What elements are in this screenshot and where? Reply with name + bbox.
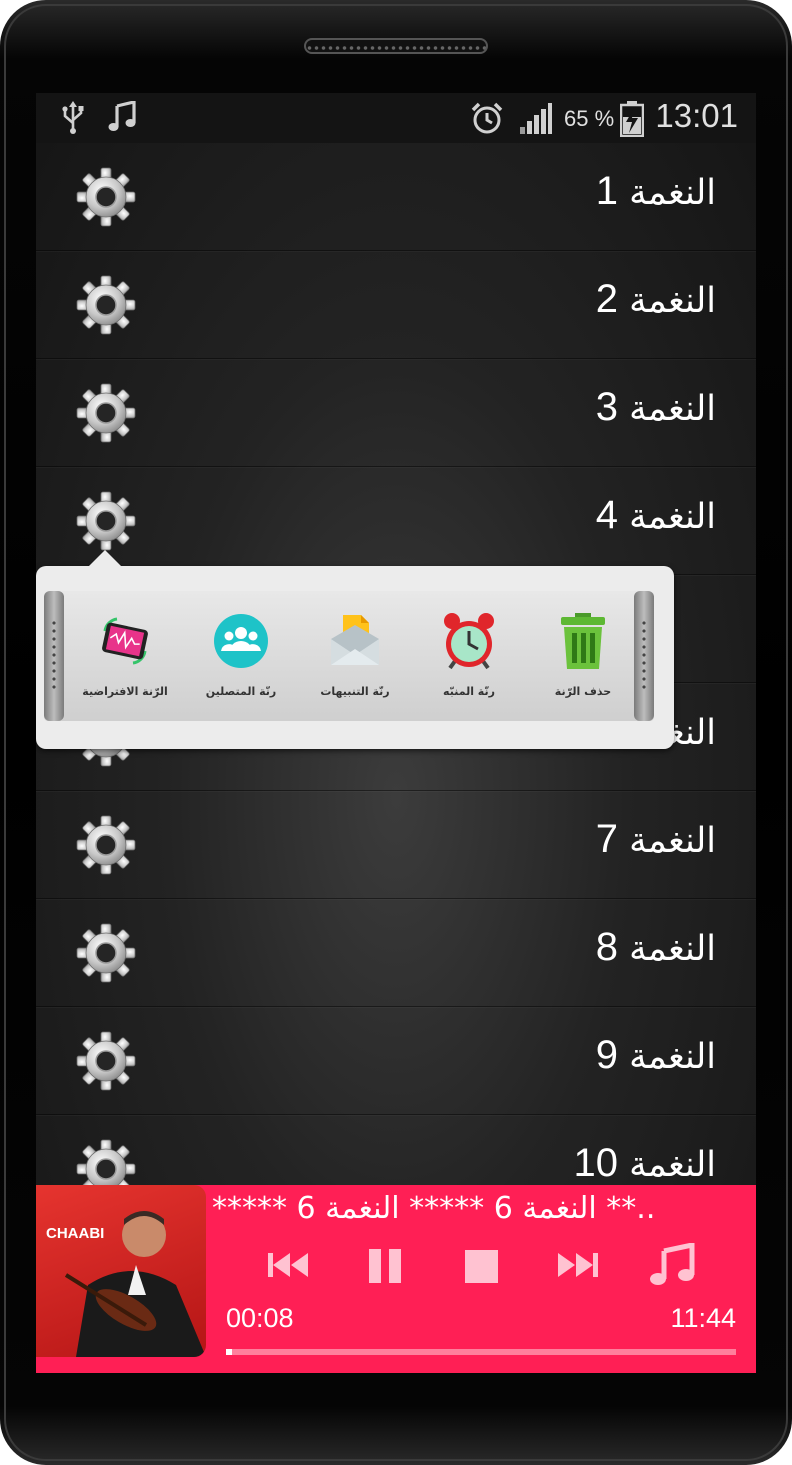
gear-icon[interactable] [76,491,136,551]
progress-bar[interactable] [226,1349,736,1355]
signal-icon [520,103,552,134]
set-contacts-ringtone-button[interactable]: رنّة المتصلين [184,611,298,707]
options-tray: الرّنة الافتراضية رنّة المتصلين رنّة الت… [44,591,654,721]
gear-icon[interactable] [76,923,136,983]
ringtone-label: النغمة 1 [595,169,716,213]
list-item[interactable]: النغمة 8 [36,899,756,1007]
ringtone-label: النغمة 2 [595,277,716,321]
phone-frame: 65 % 13:01 النغمة 1 النغمة 2 النغمة 3 ال… [0,0,792,1465]
alarm-icon [471,102,503,134]
now-playing-ticker: ***** النغمة 6 ***** النغمة 6 **.. [212,1191,756,1237]
ringtone-options-popup: الرّنة الافتراضية رنّة المتصلين رنّة الت… [36,550,674,749]
list-item[interactable]: النغمة 7 [36,791,756,899]
option-label: الرّنة الافتراضية [82,685,168,698]
music-note-icon [108,101,136,131]
list-item[interactable]: النغمة 1 [36,143,756,251]
ringtone-label: النغمة 4 [595,493,716,537]
progress-fill [226,1349,232,1355]
list-item[interactable]: النغمة 4 [36,467,756,575]
envelope-icon [331,615,379,665]
total-time: 11:44 [670,1303,736,1333]
next-icon[interactable] [554,1249,600,1281]
set-notification-ringtone-button[interactable]: رنّة التنبيهات [298,611,412,707]
screen: 65 % 13:01 النغمة 1 النغمة 2 النغمة 3 ال… [36,93,756,1373]
clock: 13:01 [655,97,738,134]
set-alarm-ringtone-button[interactable]: رنّة المنبّه [412,611,526,707]
music-player: CHAABI ***** النغمة 6 ***** النغمة 6 **.… [36,1185,756,1373]
trash-icon [561,613,605,669]
delete-ringtone-button[interactable]: حذف الرّنة [526,611,640,707]
popup-pointer [88,550,122,567]
ringtone-label: النغمة 8 [595,925,716,969]
alarm-clock-icon [444,613,494,670]
tray-left-handle [44,591,64,721]
usb-icon [62,101,84,134]
list-item[interactable]: النغمة 9 [36,1007,756,1115]
option-label: رنّة المنبّه [443,685,495,698]
gear-icon[interactable] [76,383,136,443]
option-label: رنّة التنبيهات [320,685,390,698]
gear-icon[interactable] [76,167,136,227]
battery-percent: 65 % [564,106,615,131]
ringtone-label: النغمة 3 [595,385,716,429]
gear-icon[interactable] [76,815,136,875]
gear-icon[interactable] [76,275,136,335]
gear-icon[interactable] [76,1031,136,1091]
playlist-music-icon[interactable] [650,1243,696,1287]
option-label: حذف الرّنة [554,685,612,698]
previous-icon[interactable] [266,1249,312,1281]
now-playing-text: ***** النغمة 6 ***** النغمة 6 **.. [212,1191,656,1226]
contacts-icon [214,614,268,668]
phone-ringtone-icon [102,617,148,665]
stop-icon[interactable] [464,1249,500,1285]
album-label: CHAABI [46,1225,105,1242]
list-item[interactable]: النغمة 3 [36,359,756,467]
current-time: 00:08 [226,1303,294,1333]
set-default-ringtone-button[interactable]: الرّنة الافتراضية [68,611,182,707]
ringtone-label: النغمة 10 [573,1141,716,1185]
list-item[interactable]: النغمة 2 [36,251,756,359]
album-art-image [64,1211,206,1357]
ringtone-label: النغمة 9 [595,1033,716,1077]
ringtone-label: النغمة 7 [595,817,716,861]
status-bar: 65 % 13:01 [36,93,756,143]
battery-charging-icon [620,101,644,137]
pause-icon[interactable] [366,1249,406,1285]
album-art[interactable]: CHAABI [36,1185,206,1357]
phone-speaker [304,38,488,54]
option-label: رنّة المتصلين [205,685,277,698]
